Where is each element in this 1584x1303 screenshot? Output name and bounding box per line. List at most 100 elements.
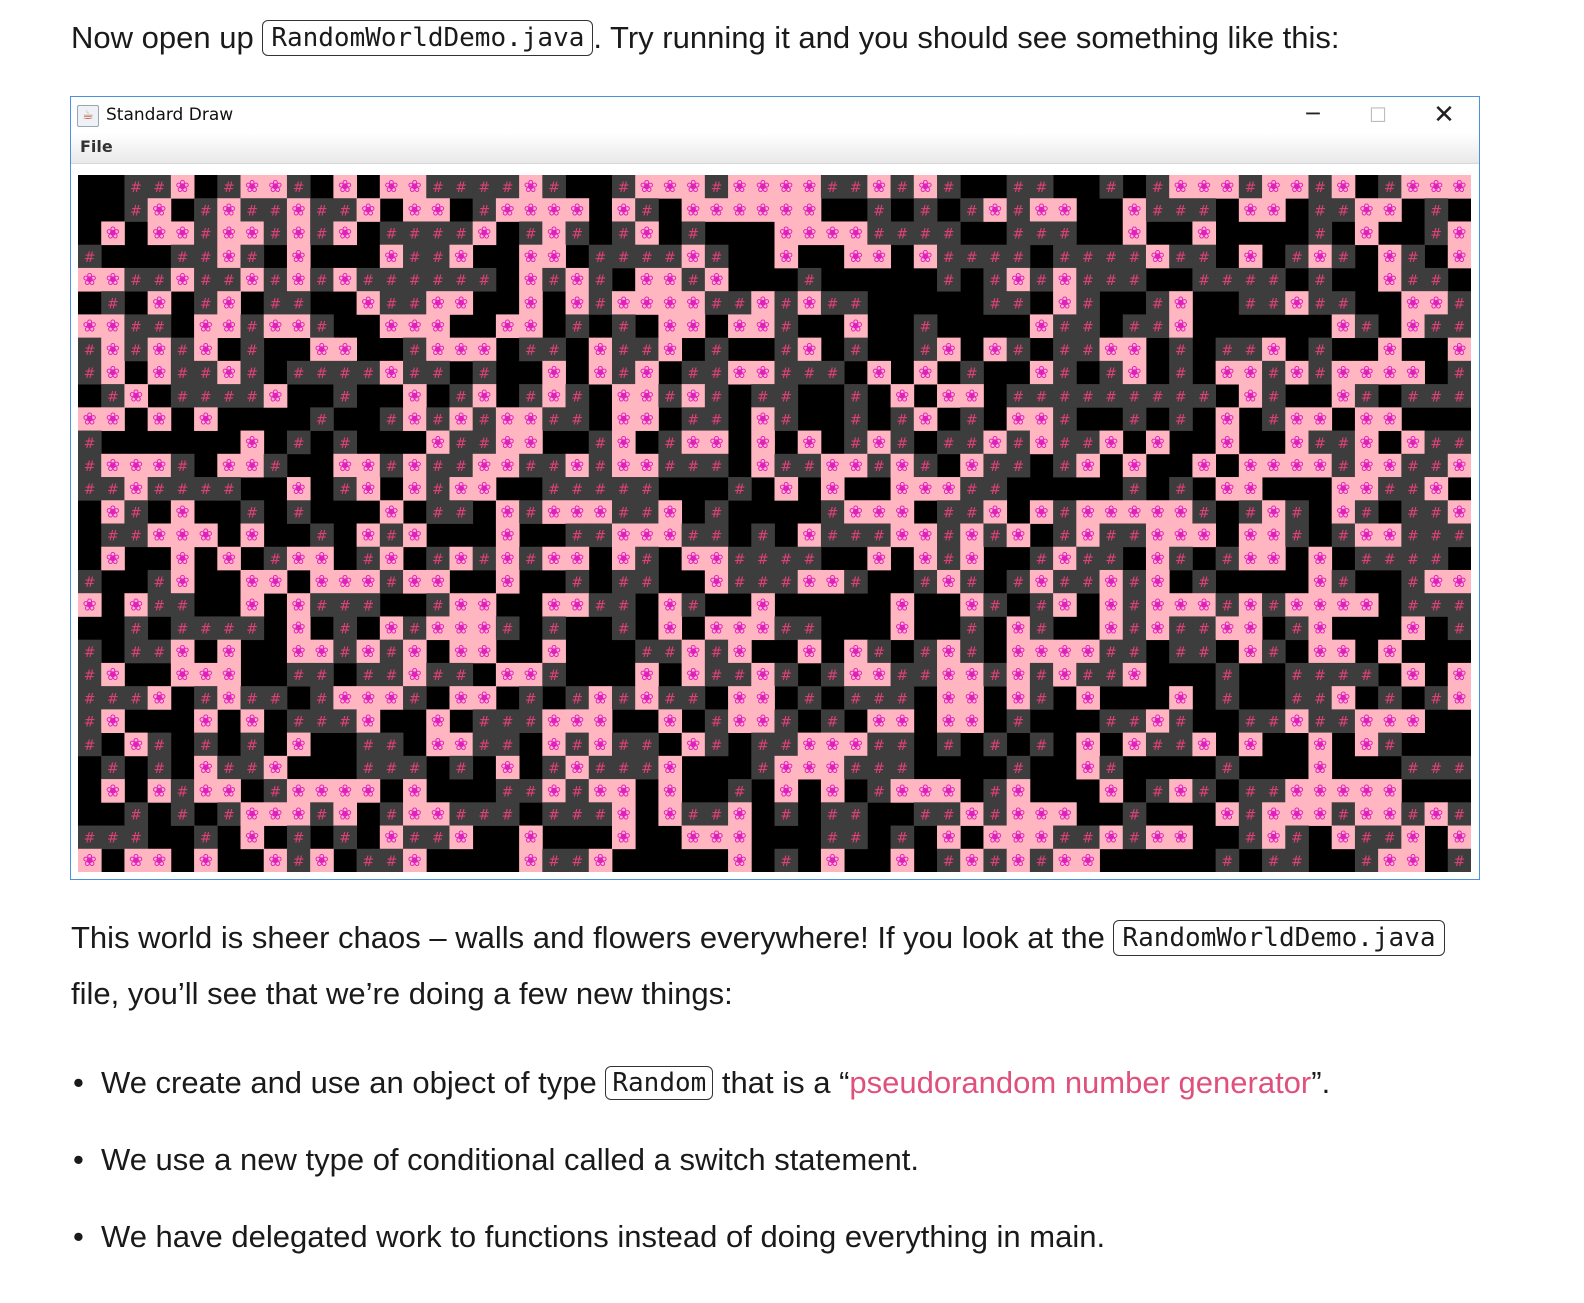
flower-tile: ❀ (1169, 686, 1193, 710)
svg-text:#: # (618, 366, 630, 382)
svg-text:❀: ❀ (1359, 781, 1373, 801)
flower-tile: ❀ (1145, 709, 1170, 733)
svg-text:#: # (641, 761, 653, 777)
wall-tile: # (1424, 198, 1449, 222)
svg-text:#: # (827, 529, 839, 545)
svg-text:❀: ❀ (1313, 619, 1327, 639)
bullet-text: We use a new type of conditional called … (101, 1142, 919, 1177)
svg-text:#: # (269, 459, 281, 475)
wall-tile: # (728, 779, 752, 803)
prng-link[interactable]: pseudorandom number generator (849, 1065, 1311, 1100)
wall-tile: # (310, 407, 334, 431)
svg-text:❀: ❀ (338, 270, 352, 290)
wall-tile: # (263, 267, 288, 292)
wall-tile: # (78, 686, 102, 710)
svg-text:#: # (1268, 389, 1280, 405)
svg-text:#: # (409, 250, 421, 266)
svg-text:❀: ❀ (570, 270, 584, 290)
wall-tile: # (913, 221, 938, 246)
flower-tile: ❀ (704, 430, 729, 455)
window-titlebar[interactable]: ☕ Standard Draw ─ ☐ ✕ (71, 97, 1479, 133)
flower-tile: ❀ (217, 244, 241, 269)
svg-text:#: # (943, 227, 955, 243)
wall-tile: # (170, 593, 195, 617)
svg-text:#: # (153, 738, 165, 754)
flower-tile: ❀ (890, 709, 915, 733)
wall-tile: # (681, 453, 706, 478)
flower-tile: ❀ (1006, 686, 1031, 710)
wall-tile: # (704, 360, 729, 385)
svg-text:#: # (803, 691, 815, 707)
wall-tile: # (1029, 848, 1054, 872)
flower-tile: ❀ (1169, 779, 1193, 803)
svg-text:#: # (548, 761, 560, 777)
flower-tile: ❀ (1006, 616, 1031, 641)
wall-tile: # (124, 802, 149, 826)
svg-text:#: # (664, 436, 676, 452)
flower-tile: ❀ (681, 175, 706, 199)
flower-tile: ❀ (728, 825, 752, 850)
flower-tile: ❀ (1354, 430, 1379, 455)
wall-tile: # (310, 686, 334, 710)
svg-text:❀: ❀ (454, 642, 468, 662)
wall-tile: # (1006, 384, 1031, 408)
svg-text:❀: ❀ (663, 804, 677, 824)
svg-text:❀: ❀ (291, 804, 305, 824)
wall-tile: # (78, 639, 102, 664)
wall-tile: # (1145, 175, 1170, 199)
flower-tile: ❀ (751, 198, 775, 222)
svg-text:#: # (595, 250, 607, 266)
svg-text:❀: ❀ (199, 526, 213, 546)
svg-text:#: # (548, 180, 560, 196)
svg-text:❀: ❀ (686, 247, 700, 267)
flower-tile: ❀ (960, 546, 984, 571)
svg-text:#: # (200, 273, 212, 289)
svg-text:❀: ❀ (1011, 410, 1025, 430)
wall-tile: # (310, 593, 334, 617)
wall-tile: # (983, 593, 1008, 617)
svg-text:❀: ❀ (431, 619, 445, 639)
svg-text:❀: ❀ (1267, 502, 1281, 522)
svg-text:❀: ❀ (1359, 433, 1373, 453)
svg-text:#: # (246, 622, 258, 638)
svg-text:#: # (432, 668, 444, 684)
wall-tile: # (78, 825, 102, 850)
svg-text:❀: ❀ (1058, 270, 1072, 290)
flower-tile: ❀ (426, 291, 450, 315)
wall-tile: # (1308, 291, 1333, 315)
svg-text:❀: ❀ (802, 340, 816, 360)
flower-tile: ❀ (751, 314, 775, 339)
wall-tile: # (937, 523, 961, 548)
svg-text:#: # (432, 598, 444, 614)
svg-text:❀: ❀ (733, 851, 747, 871)
wall-tile: # (1401, 384, 1425, 408)
flower-tile: ❀ (217, 662, 241, 687)
flower-tile: ❀ (611, 198, 636, 222)
svg-text:❀: ❀ (1383, 781, 1397, 801)
maximize-icon[interactable]: ☐ (1346, 97, 1410, 133)
svg-text:#: # (1291, 668, 1303, 684)
svg-text:❀: ❀ (570, 200, 584, 220)
svg-text:#: # (873, 459, 885, 475)
svg-text:❀: ❀ (1127, 200, 1141, 220)
wall-tile: # (1145, 732, 1170, 757)
svg-text:❀: ❀ (129, 386, 143, 406)
svg-text:❀: ❀ (593, 363, 607, 383)
svg-text:#: # (1245, 715, 1257, 731)
wall-tile: # (1401, 453, 1425, 478)
flower-tile: ❀ (101, 221, 125, 246)
wall-tile: # (1053, 244, 1077, 269)
minimize-icon[interactable]: ─ (1281, 97, 1345, 133)
svg-text:#: # (664, 645, 676, 661)
menu-file[interactable]: File (80, 137, 113, 156)
svg-text:❀: ❀ (338, 572, 352, 592)
wall-tile: # (728, 477, 752, 501)
wall-tile: # (1006, 755, 1031, 780)
svg-text:❀: ❀ (245, 270, 259, 290)
svg-text:❀: ❀ (361, 200, 375, 220)
wall-tile: # (1447, 523, 1471, 548)
svg-text:#: # (1221, 273, 1233, 289)
flower-tile: ❀ (403, 175, 427, 199)
svg-text:❀: ❀ (361, 712, 375, 732)
close-icon[interactable]: ✕ (1412, 97, 1476, 133)
